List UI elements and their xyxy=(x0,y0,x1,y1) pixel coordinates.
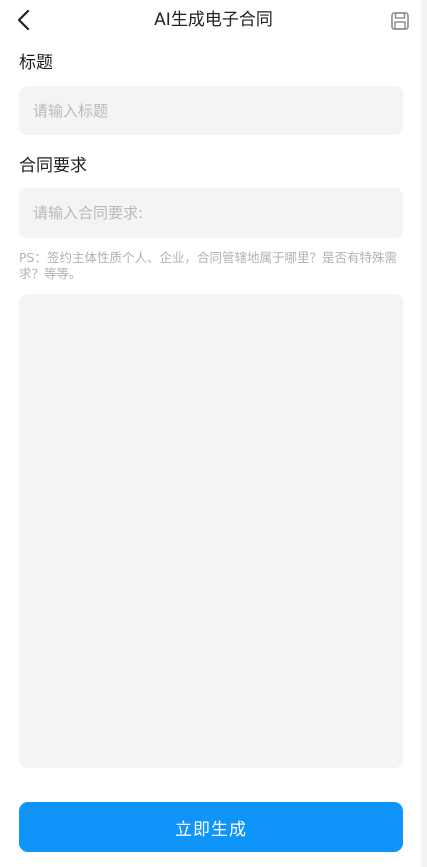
title-label: 标题 xyxy=(19,53,53,73)
hint-text: PS：签约主体性质个人、企业，合同管辖地属于哪里？是否有特殊需求？等等。 xyxy=(19,250,397,281)
generate-button[interactable]: 立即生成 xyxy=(19,802,403,852)
title-input[interactable] xyxy=(19,86,403,135)
save-button[interactable] xyxy=(387,8,413,34)
page-title: AI生成电子合同 xyxy=(154,10,273,30)
requirements-input[interactable] xyxy=(19,188,403,238)
floppy-disk-icon xyxy=(391,12,409,30)
details-textarea[interactable] xyxy=(19,294,403,768)
requirements-label: 合同要求 xyxy=(19,156,87,176)
top-bar: AI生成电子合同 xyxy=(0,0,427,42)
scroll-edge xyxy=(421,0,427,867)
